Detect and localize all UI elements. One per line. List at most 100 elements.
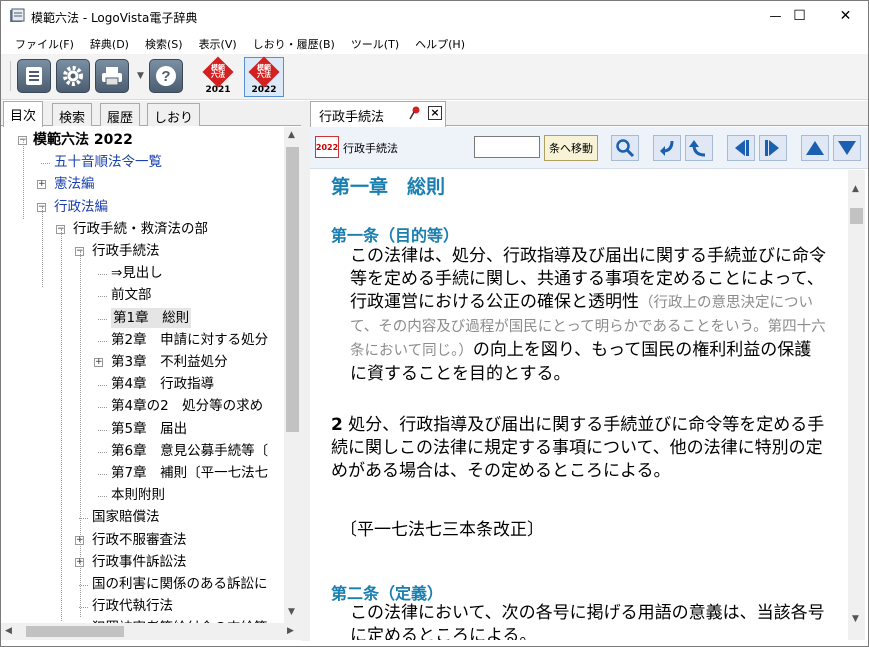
dictionary-2021-button[interactable]: 模範 六法 2021 [198,56,238,97]
close-icon: ✕ [839,8,852,24]
help-button[interactable]: ? [149,59,183,93]
document-content: 第一章 総則 第一条（目的等） この法律は、処分、行政指導及び届出に関する手続並… [310,170,848,640]
tree-node[interactable]: 行政代執行法 [92,596,173,616]
menu-tools[interactable]: ツール(T) [343,32,407,54]
tree-scroll-thumb[interactable] [286,147,299,432]
menu-file[interactable]: ファイル(F) [7,32,82,54]
tree-node[interactable]: 第6章 意見公募手続等〔 [111,441,268,461]
tree-horizontal-scrollbar[interactable]: ◀ ▶ [1,623,301,640]
menu-help[interactable]: ヘルプ(H) [407,32,473,54]
magnifier-icon [616,139,635,158]
article-number-input[interactable] [474,136,540,158]
tab-search[interactable]: 検索 [52,103,93,126]
tree-connector [98,474,107,475]
menu-view[interactable]: 表示(V) [191,32,245,54]
dictionary-2022-button[interactable]: 模範 六法 2022 [244,56,284,97]
close-button[interactable]: ✕ [823,1,868,31]
tree-node[interactable]: ⇒見出し [111,263,163,283]
tree-guide-line [80,251,81,617]
tree-node[interactable]: 行政手続・救済法の部 [73,219,208,239]
print-button[interactable] [95,59,129,93]
forward-arrow-icon [689,140,706,157]
previous-item-button[interactable] [727,135,755,161]
tree-node[interactable]: 行政手続法 [92,241,160,261]
tree-node[interactable]: 第3章 不利益処分 [111,352,228,372]
article-1-paragraph-1: この法律は、処分、行政指導及び届出に関する手続並びに命令等を定める手続に関し、共… [350,245,828,386]
tree-node[interactable]: 五十音順法令一覧 [54,152,162,172]
tree-connector [98,296,107,298]
dictionary-list-button[interactable] [17,59,51,93]
dictionary-badge: 2022 [315,136,339,158]
triangle-up-icon [806,141,824,155]
scroll-left-icon[interactable]: ◀ [5,626,12,636]
chapter-heading: 第一章 総則 [331,176,446,198]
tab-contents[interactable]: 目次 [3,101,44,127]
panel-splitter[interactable] [301,101,310,641]
toolbar-grip [10,61,11,91]
tab-history[interactable]: 履歴 [100,103,141,126]
tree-guide-line [61,229,62,621]
content-scroll-thumb[interactable] [850,208,863,224]
scroll-up-icon[interactable]: ▲ [288,130,295,140]
menu-bar: ファイル(F) 辞典(D) 検索(S) 表示(V) しおり・履歴(B) ツール(… [1,32,868,54]
menu-bookmarks-history[interactable]: しおり・履歴(B) [245,32,343,54]
printer-icon [102,67,122,86]
close-tab-icon[interactable]: × [428,106,442,120]
tree-node[interactable]: 第1章 総則 [111,307,192,328]
pin-icon[interactable] [409,106,421,120]
tree-expander-icon[interactable]: + [37,180,46,190]
menu-search[interactable]: 検索(S) [137,32,191,54]
tree-node[interactable]: 行政法編 [54,197,108,217]
scroll-right-icon[interactable]: ▶ [287,626,294,636]
left-tab-bar: 目次 検索 履歴 しおり [1,101,301,127]
document-tab[interactable]: 行政手続法 × [310,101,446,127]
tree-node[interactable]: 第2章 申請に対する処分 [111,330,268,350]
book-app-icon [10,8,25,22]
tree-node[interactable]: 行政事件訴訟法 [92,552,187,572]
document-list-icon [26,67,42,85]
dictionary-2021-icon: 模範 六法 [202,56,234,88]
contents-tree: − 模範六法 2022 五十音順法令一覧 + 憲法編 − 行政法編 − 行政手続・救済法の部 − 行… [1,127,284,623]
tree-node[interactable]: 第4章 行政指導 [111,374,214,394]
gear-icon [63,66,83,86]
settings-button[interactable] [56,59,90,93]
tree-guide-line [23,139,24,219]
jump-to-article-button[interactable]: 条へ移動 [544,135,598,161]
tree-node[interactable]: 本則附則 [111,485,165,505]
tree-node[interactable]: 第5章 届出 [111,419,187,439]
step-left-icon [735,140,749,156]
forward-button[interactable] [685,135,713,161]
tab-bookmarks[interactable]: しおり [147,103,201,126]
tree-node[interactable]: 第4章の2 処分等の求め [111,396,263,416]
menu-dictionary[interactable]: 辞典(D) [82,32,137,54]
print-dropdown-icon[interactable]: ▼ [137,71,144,81]
next-item-button[interactable] [759,135,787,161]
back-button[interactable] [653,135,681,161]
document-tab-bar: 行政手続法 × [310,101,868,127]
tree-expander-icon[interactable]: + [94,358,103,367]
tree-node[interactable]: 行政不服審査法 [92,530,187,550]
tree-hscroll-thumb[interactable] [26,626,124,637]
tree-vertical-scrollbar[interactable]: ▲ ▼ [284,127,301,623]
maximize-button[interactable]: ☐ [777,1,822,31]
tree-node[interactable]: 第7章 補則〔平一七法七 [111,463,268,483]
tree-node[interactable]: 憲法編 [54,174,95,194]
scroll-up-button[interactable] [801,135,829,161]
maximize-icon: ☐ [793,8,806,24]
article-1-paragraph-2-text: 処分、行政指導及び届出に関する手続並びに命令等を定める手続に関しこの法律に規定す… [331,415,825,481]
tree-node[interactable]: 国家賠償法 [92,507,160,527]
scroll-down-button[interactable] [833,135,861,161]
tree-node[interactable]: 国の利害に関係のある訴訟に [92,574,268,594]
step-right-icon [765,140,779,156]
scroll-down-icon[interactable]: ▼ [288,607,295,617]
tree-node[interactable]: 模範六法 2022 [33,130,133,150]
article-2-heading: 第二条（定義） [331,584,444,603]
content-scroll-up-icon[interactable]: ▲ [852,184,859,194]
tree-guide-line [42,207,43,287]
tree-connector [98,429,107,431]
content-vertical-scrollbar[interactable]: ▲ ▼ [848,170,865,640]
content-scroll-down-icon[interactable]: ▼ [852,614,859,624]
find-button[interactable] [611,135,639,161]
tree-connector [98,274,107,276]
tree-node[interactable]: 前文部 [111,285,152,305]
